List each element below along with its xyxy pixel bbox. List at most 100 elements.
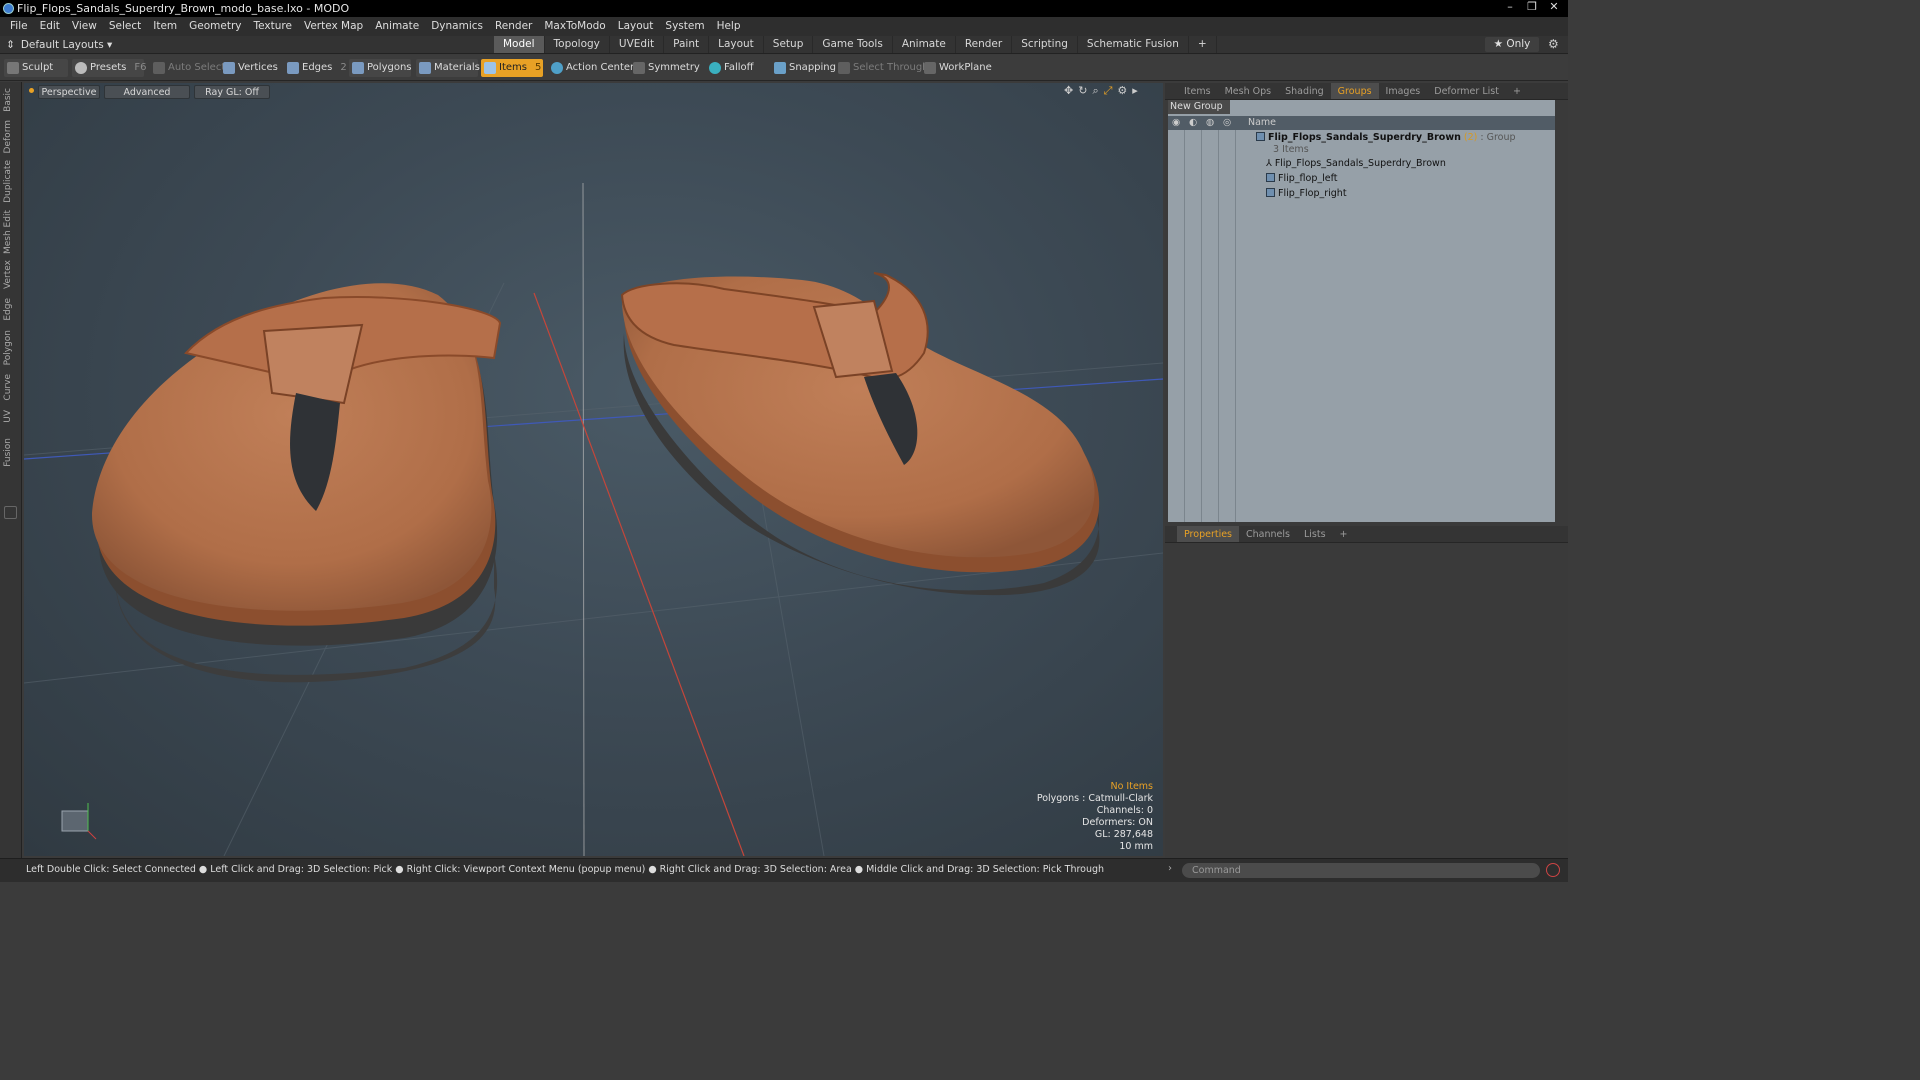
vtab-fusion[interactable]: Fusion xyxy=(3,438,17,467)
select-through-button[interactable]: Select Through xyxy=(835,59,929,77)
menu-vertex-map[interactable]: Vertex Map xyxy=(298,17,369,36)
menu-view[interactable]: View xyxy=(66,17,103,36)
advanced-button[interactable]: Advanced xyxy=(104,85,190,99)
new-group-button[interactable]: New Group xyxy=(1168,100,1230,114)
list-item[interactable]: Flip_Flop_right xyxy=(1266,187,1347,201)
lock-icon[interactable]: ◍ xyxy=(1206,116,1214,130)
sculpt-label: Sculpt xyxy=(22,62,54,73)
visibility-eye-icon[interactable]: ◉ xyxy=(1172,116,1180,130)
tab-deformer-list[interactable]: Deformer List xyxy=(1427,83,1506,99)
render-icon[interactable]: ◐ xyxy=(1189,116,1197,130)
command-prompt-icon: › xyxy=(1168,863,1172,874)
vertices-button[interactable]: Vertices1 xyxy=(220,59,292,77)
tab-items[interactable]: Items xyxy=(1177,83,1218,99)
vtab-polygon[interactable]: Polygon xyxy=(3,330,17,365)
items-button[interactable]: Items 5 xyxy=(481,59,543,77)
tab-channels[interactable]: Channels xyxy=(1239,526,1297,542)
vtab-vertex[interactable]: Vertex xyxy=(3,260,17,289)
vtab-basic[interactable]: Basic xyxy=(3,88,17,112)
workplane-button[interactable]: WorkPlane xyxy=(921,59,992,77)
viewport-expand-icon[interactable]: ▸ xyxy=(1132,84,1138,98)
tab-schematic-fusion[interactable]: Schematic Fusion xyxy=(1078,36,1189,53)
name-column-header[interactable]: Name xyxy=(1248,116,1276,130)
menu-system[interactable]: System xyxy=(659,17,710,36)
menu-file[interactable]: File xyxy=(4,17,34,36)
add-panel-tab-button[interactable]: + xyxy=(1506,83,1528,99)
left-tool-tabs: Basic Deform Duplicate Mesh Edit Vertex … xyxy=(0,82,22,858)
perspective-button[interactable]: Perspective xyxy=(38,85,100,99)
command-clear-icon[interactable] xyxy=(1546,863,1560,877)
add-tab-button[interactable]: + xyxy=(1189,36,1217,53)
tab-properties[interactable]: Properties xyxy=(1177,526,1240,542)
menu-bar: File Edit View Select Item Geometry Text… xyxy=(0,17,1568,36)
polygons-button[interactable]: Polygons xyxy=(349,59,412,77)
tab-animate[interactable]: Animate xyxy=(893,36,956,53)
raygl-button[interactable]: Ray GL: Off xyxy=(194,85,270,99)
fit-view-icon[interactable]: ⤢ xyxy=(1104,84,1113,98)
tab-images[interactable]: Images xyxy=(1379,83,1428,99)
sculpt-button[interactable]: Sculpt xyxy=(4,59,68,77)
tab-model[interactable]: Model xyxy=(494,36,545,53)
menu-animate[interactable]: Animate xyxy=(369,17,425,36)
select-icon[interactable]: ◎ xyxy=(1223,116,1231,130)
vtab-duplicate[interactable]: Duplicate xyxy=(3,160,17,203)
auto-select-button[interactable]: Auto Select xyxy=(150,59,225,77)
vtab-curve[interactable]: Curve xyxy=(3,374,17,401)
zoom-icon[interactable]: ⌕ xyxy=(1092,84,1098,98)
list-item[interactable]: ⅄ Flip_Flops_Sandals_Superdry_Brown xyxy=(1266,157,1446,171)
group-item-count: 3 Items xyxy=(1273,144,1309,155)
tab-uvedit[interactable]: UVEdit xyxy=(610,36,665,53)
tab-groups[interactable]: Groups xyxy=(1330,83,1379,99)
tab-game-tools[interactable]: Game Tools xyxy=(813,36,893,53)
tab-lists[interactable]: Lists xyxy=(1297,526,1333,542)
materials-button[interactable]: Materials xyxy=(416,59,480,77)
menu-layout[interactable]: Layout xyxy=(612,17,660,36)
tab-scripting[interactable]: Scripting xyxy=(1012,36,1078,53)
edges-label: Edges xyxy=(302,62,333,73)
falloff-button[interactable]: Falloff xyxy=(706,59,764,77)
gear-icon[interactable]: ⚙ xyxy=(1548,37,1559,51)
menu-select[interactable]: Select xyxy=(103,17,147,36)
viewport-menu-dot-icon[interactable] xyxy=(29,88,34,93)
tab-layout[interactable]: Layout xyxy=(709,36,764,53)
list-item[interactable]: Flip_flop_left xyxy=(1266,172,1338,186)
close-button[interactable]: ✕ xyxy=(1544,0,1564,14)
add-properties-tab-button[interactable]: + xyxy=(1333,526,1355,542)
symmetry-button[interactable]: Symmetry xyxy=(630,59,700,77)
menu-help[interactable]: Help xyxy=(711,17,747,36)
action-center-button[interactable]: Action Center xyxy=(548,59,634,77)
tab-topology[interactable]: Topology xyxy=(545,36,610,53)
command-input[interactable]: Command xyxy=(1182,863,1540,878)
pan-icon[interactable]: ✥ xyxy=(1064,84,1073,98)
rotate-icon[interactable]: ↻ xyxy=(1078,84,1087,98)
maximize-button[interactable]: ❐ xyxy=(1522,0,1542,14)
vtab-uv[interactable]: UV xyxy=(3,410,17,423)
presets-button[interactable]: Presets F6 xyxy=(72,59,147,77)
layouts-arrow-icon[interactable]: ⇕ xyxy=(6,37,15,53)
workplane-icon xyxy=(924,62,936,74)
viewport-settings-icon[interactable]: ⚙ xyxy=(1117,84,1127,98)
default-layouts-dropdown[interactable]: Default Layouts ▾ xyxy=(21,37,112,53)
menu-render[interactable]: Render xyxy=(489,17,538,36)
snapping-button[interactable]: Snapping xyxy=(771,59,836,77)
tab-render[interactable]: Render xyxy=(956,36,1013,53)
menu-dynamics[interactable]: Dynamics xyxy=(425,17,489,36)
menu-texture[interactable]: Texture xyxy=(248,17,298,36)
only-button[interactable]: ★ Only xyxy=(1485,37,1539,52)
tab-paint[interactable]: Paint xyxy=(664,36,710,53)
3d-viewport[interactable] xyxy=(24,83,1163,856)
vtab-edge[interactable]: Edge xyxy=(3,298,17,321)
menu-item[interactable]: Item xyxy=(147,17,183,36)
tool-tray-toggle[interactable] xyxy=(4,506,17,519)
vtab-deform[interactable]: Deform xyxy=(3,120,17,153)
viewport-hud: No Items Polygons : Catmull-Clark Channe… xyxy=(900,781,1153,853)
tab-shading[interactable]: Shading xyxy=(1278,83,1331,99)
minimize-button[interactable]: – xyxy=(1500,0,1520,14)
menu-maxtomodo[interactable]: MaxToModo xyxy=(538,17,611,36)
menu-geometry[interactable]: Geometry xyxy=(183,17,247,36)
menu-edit[interactable]: Edit xyxy=(34,17,66,36)
tab-setup[interactable]: Setup xyxy=(764,36,814,53)
edges-button[interactable]: Edges 2 xyxy=(284,59,348,77)
vtab-mesh-edit[interactable]: Mesh Edit xyxy=(3,210,17,254)
tab-mesh-ops[interactable]: Mesh Ops xyxy=(1218,83,1279,99)
